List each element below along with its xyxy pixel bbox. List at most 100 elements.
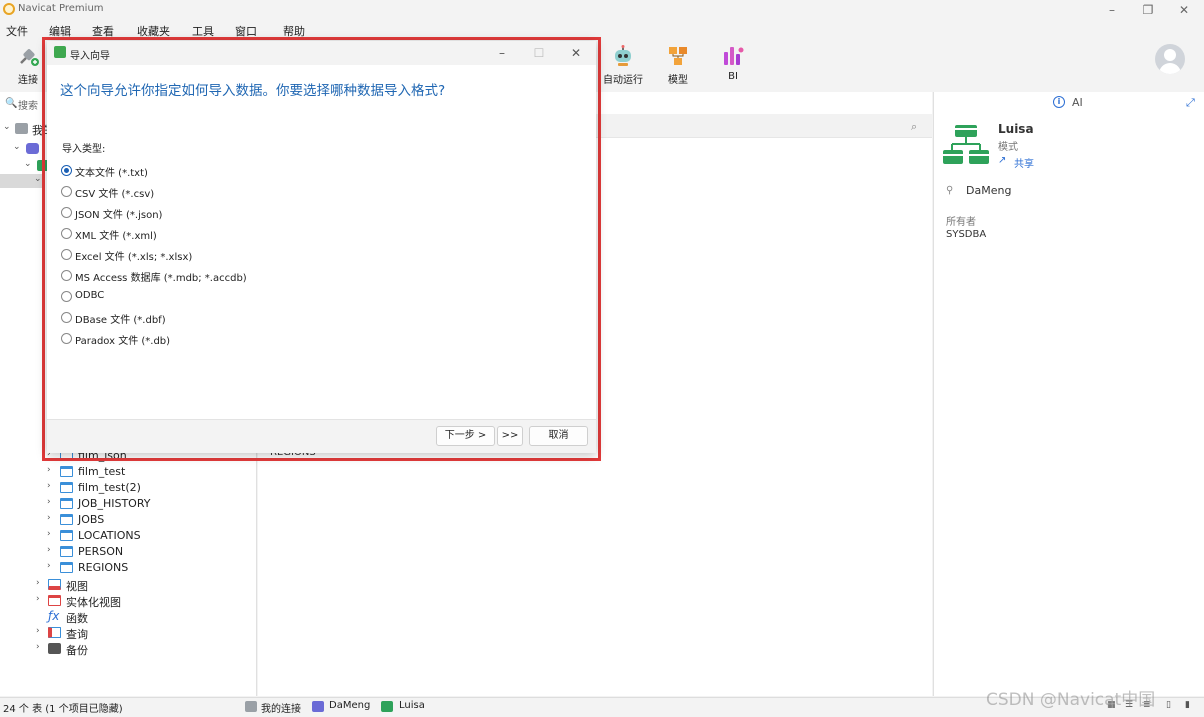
function-icon: ƒx	[48, 609, 60, 623]
radio-button[interactable]	[61, 291, 72, 302]
connection-group-icon	[15, 123, 28, 134]
menu-file[interactable]: 文件	[6, 23, 28, 39]
tree-label: film_test(2)	[78, 481, 141, 494]
chevron-right-icon[interactable]: ›	[47, 529, 55, 539]
tree-item-functions[interactable]: ƒx 函数	[0, 609, 257, 625]
dialog-title: 导入向导	[70, 51, 110, 62]
chevron-right-icon[interactable]: ›	[47, 513, 55, 523]
tree-label: LOCATIONS	[78, 529, 141, 542]
model-icon	[669, 47, 687, 65]
view-icon	[48, 579, 61, 590]
import-option-label: ODBC	[75, 290, 105, 301]
info-icon[interactable]: i	[1053, 96, 1065, 108]
tree-item-materialized-views[interactable]: › 实体化视图	[0, 593, 257, 609]
chevron-right-icon[interactable]: ›	[36, 642, 44, 652]
tree-label: 视图	[66, 580, 88, 593]
share-icon[interactable]: ↗	[998, 155, 1006, 166]
panel-right-icon[interactable]: ▮	[1185, 700, 1197, 711]
schema-type: 模式	[998, 142, 1018, 153]
window-title: Navicat Premium	[18, 3, 104, 14]
nav-search-input[interactable]: 搜索	[18, 97, 38, 112]
table-icon	[60, 530, 73, 541]
tree-item-table[interactable]: › film_test(2)	[0, 480, 257, 496]
tree-item-backups[interactable]: › 备份	[0, 641, 257, 657]
import-option-label: Excel 文件 (*.xls; *.xlsx)	[75, 252, 193, 263]
cancel-button[interactable]: 取消	[529, 426, 588, 446]
radio-button[interactable]	[61, 249, 72, 260]
tree-item-tables-selected[interactable]: ⌄	[0, 174, 44, 188]
window-titlebar	[0, 0, 1204, 20]
ai-tab[interactable]: AI	[1072, 96, 1083, 109]
chevron-down-icon[interactable]: ⌄	[34, 174, 42, 184]
tree-label: PERSON	[78, 545, 124, 558]
plug-icon	[20, 49, 39, 66]
finish-skip-button[interactable]: >>	[497, 426, 523, 446]
materialized-view-icon	[48, 595, 61, 606]
chevron-right-icon[interactable]: ›	[47, 561, 55, 571]
dialog-minimize-icon[interactable]: –	[487, 44, 517, 62]
tree-item-table[interactable]: › JOBS	[0, 512, 257, 528]
robot-icon	[615, 45, 631, 66]
radio-button[interactable]	[61, 186, 72, 197]
connection-name: DaMeng	[966, 184, 1012, 197]
tree-item-table[interactable]: › JOB_HISTORY	[0, 496, 257, 512]
import-option-label: Paradox 文件 (*.db)	[75, 336, 171, 347]
tree-item-table[interactable]: › LOCATIONS	[0, 528, 257, 544]
schema-name: Luisa	[998, 122, 1034, 136]
import-wizard-icon	[54, 46, 66, 58]
watermark: CSDN @Navicat中国	[986, 690, 1156, 710]
radio-button[interactable]	[61, 165, 72, 176]
automation-button[interactable]: 自动运行	[597, 44, 649, 90]
chevron-right-icon[interactable]: ›	[47, 481, 55, 491]
chevron-right-icon[interactable]: ›	[47, 465, 55, 475]
tree-label: 查询	[66, 628, 88, 641]
automation-label: 自动运行	[603, 75, 643, 86]
share-link[interactable]: 共享	[1014, 155, 1034, 170]
minimize-icon[interactable]: –	[1094, 0, 1130, 20]
owner-value: SYSDBA	[946, 229, 987, 240]
chevron-right-icon[interactable]: ›	[36, 578, 44, 588]
radio-button[interactable]	[61, 270, 72, 281]
tree-item-table[interactable]: › REGIONS	[0, 560, 257, 576]
tree-item-table[interactable]: › PERSON	[0, 544, 257, 560]
tree-item-views[interactable]: › 视图	[0, 577, 257, 593]
plug-icon: ⚲	[946, 185, 954, 196]
close-icon[interactable]: ✕	[1166, 0, 1202, 20]
chevron-down-icon[interactable]: ⌄	[24, 159, 32, 169]
chevron-right-icon[interactable]: ›	[36, 626, 44, 636]
chevron-right-icon[interactable]: ›	[36, 594, 44, 604]
search-icon: 🔍	[5, 98, 18, 109]
bi-label: BI	[728, 71, 738, 82]
table-icon	[60, 482, 73, 493]
next-button[interactable]: 下一步 >	[436, 426, 495, 446]
search-icon[interactable]: ⌕	[911, 120, 917, 134]
model-button[interactable]: 模型	[652, 44, 704, 90]
table-icon	[60, 562, 73, 573]
expand-icon[interactable]: ⤢	[1186, 96, 1195, 110]
maximize-icon[interactable]: ❐	[1130, 0, 1166, 20]
panel-left-icon[interactable]: ▯	[1166, 700, 1178, 711]
radio-button[interactable]	[61, 333, 72, 344]
dialog-heading: 这个向导允许你指定如何导入数据。你要选择哪种数据导入格式?	[60, 83, 446, 99]
bi-button[interactable]: BI	[707, 44, 759, 90]
chevron-down-icon[interactable]: ⌄	[13, 142, 21, 152]
table-icon	[60, 514, 73, 525]
owner-title: 所有者	[946, 217, 976, 228]
chevron-right-icon[interactable]: ›	[47, 545, 55, 555]
chevron-right-icon[interactable]: ›	[47, 497, 55, 507]
dialog-close-icon[interactable]: ✕	[561, 44, 591, 62]
radio-button[interactable]	[61, 312, 72, 323]
chevron-down-icon[interactable]: ⌄	[3, 122, 11, 132]
tree-label: 实体化视图	[66, 596, 121, 609]
user-avatar[interactable]	[1155, 44, 1185, 74]
backup-icon	[48, 643, 61, 654]
radio-button[interactable]	[61, 228, 72, 239]
radio-button[interactable]	[61, 207, 72, 218]
tree-label: JOB_HISTORY	[78, 497, 151, 510]
import-option-label: JSON 文件 (*.json)	[75, 210, 163, 221]
dialog-maximize-icon: ☐	[533, 46, 545, 60]
tree-item-queries[interactable]: › 查询	[0, 625, 257, 641]
tree-item-table[interactable]: › film_test	[0, 464, 257, 480]
tree-label: 备份	[66, 644, 88, 657]
schema-icon	[381, 701, 393, 712]
